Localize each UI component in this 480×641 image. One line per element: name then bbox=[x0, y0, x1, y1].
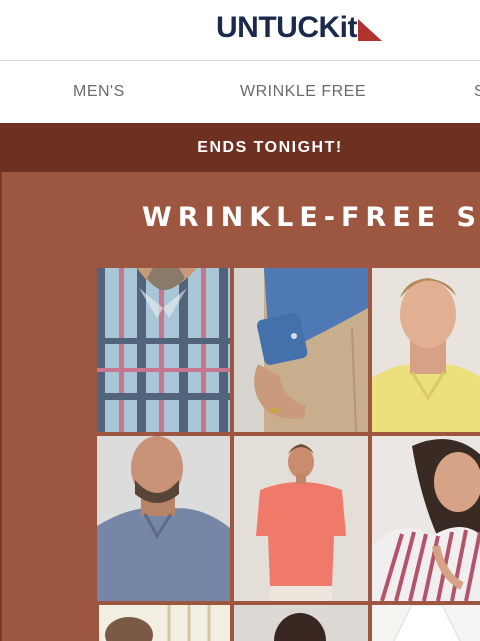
product-tile-partial-3[interactable] bbox=[372, 605, 480, 641]
nav-item-mens[interactable]: MEN'S bbox=[73, 83, 125, 101]
product-tile-yellow-polo[interactable] bbox=[372, 268, 480, 432]
partial-shirt-image bbox=[99, 605, 230, 641]
promo-banner[interactable]: ENDS TONIGHT! bbox=[0, 123, 480, 172]
product-tile-blue-shirt[interactable] bbox=[234, 268, 368, 432]
product-tile-gray-shirt[interactable] bbox=[97, 436, 230, 601]
product-tile-striped-shirt[interactable] bbox=[372, 436, 480, 601]
product-tile-partial-2[interactable] bbox=[234, 605, 368, 641]
nav-item-wrinkle-free[interactable]: WRINKLE FREE bbox=[240, 83, 366, 101]
product-tile-plaid-shirt[interactable] bbox=[97, 268, 230, 432]
partial-man-image bbox=[234, 605, 368, 641]
product-tile-partial-1[interactable] bbox=[99, 605, 230, 641]
flag-icon bbox=[357, 19, 382, 41]
promo-banner-text: ENDS TONIGHT! bbox=[197, 138, 343, 156]
plaid-shirt-image bbox=[97, 268, 230, 432]
brand-wordmark: UNTUCKit bbox=[216, 11, 357, 44]
striped-shirt-image bbox=[372, 436, 480, 601]
hero-title: WRINKLE-FREE SALE bbox=[142, 202, 480, 233]
gray-shirt-image bbox=[97, 436, 230, 601]
yellow-polo-image bbox=[372, 268, 480, 432]
brand-logo[interactable]: UNTUCKit bbox=[216, 13, 382, 43]
site-header: UNTUCKit bbox=[0, 0, 480, 61]
partial-white-shirt-image bbox=[372, 605, 480, 641]
product-tile-coral-polo[interactable] bbox=[234, 436, 368, 601]
nav-item-partial[interactable]: S bbox=[474, 83, 480, 101]
coral-polo-image bbox=[234, 436, 368, 601]
blue-shirt-image bbox=[234, 268, 368, 432]
hero-section: WRINKLE-FREE SALE bbox=[0, 172, 480, 641]
top-nav: MEN'S WRINKLE FREE S bbox=[0, 61, 480, 123]
